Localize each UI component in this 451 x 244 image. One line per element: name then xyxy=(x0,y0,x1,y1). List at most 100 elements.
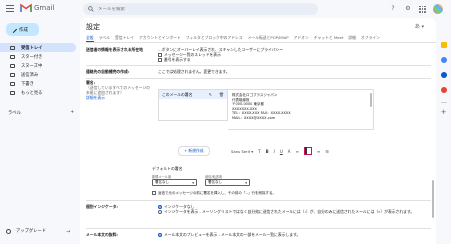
edit-pencil-icon[interactable]: ✎ xyxy=(209,92,212,97)
apps-grid-icon[interactable] xyxy=(419,5,426,13)
divider xyxy=(86,65,431,66)
tab-labels[interactable]: ラベル xyxy=(99,35,110,42)
font-size-icon[interactable]: T xyxy=(258,149,260,154)
search-icon[interactable] xyxy=(88,6,94,12)
show-indicators-radio[interactable] xyxy=(158,210,162,214)
contacts-label: 連絡先の自動補完の作成: xyxy=(86,69,130,74)
sidebar-item-more[interactable]: もっと見る xyxy=(0,88,80,97)
sidebar-item-label: もっと見る xyxy=(21,90,43,96)
divider xyxy=(86,78,431,79)
signature-label-block: 署名: （送信しているすべてのメッセージの末尾に追加されます） 詳細を表示 xyxy=(86,80,150,100)
prev-setting-checkbox-2[interactable] xyxy=(158,58,162,62)
tab-filters[interactable]: フィルタとブロック中のアドレス xyxy=(186,35,243,42)
settings-gear-icon[interactable]: ⚙ xyxy=(404,5,412,13)
insert-image-icon[interactable] xyxy=(303,147,312,155)
reply-signature-select[interactable]: 署名なし ▾ xyxy=(205,179,250,186)
compose-label: 作成 xyxy=(19,27,28,33)
bold-icon[interactable]: B xyxy=(266,149,269,154)
sidebar: 作成 受信トレイ スター付き スヌーズ中 送信済み 下書き もっと見る ラベル … xyxy=(0,18,80,244)
compose-button[interactable]: 作成 xyxy=(6,23,39,36)
divider xyxy=(86,200,431,201)
signature-editor[interactable]: 株式会社ロゴプラスジャパン 代表取締役 〒000-0000 東京都 XXXXXX… xyxy=(228,89,374,155)
star-icon xyxy=(10,54,15,59)
signature-list: このメールの署名 ✎ 🗑 xyxy=(158,89,228,121)
signature-text[interactable]: 株式会社ロゴプラスジャパン 代表取締役 〒000-0000 東京都 XXXXXX… xyxy=(232,93,291,120)
signature-learn-more-link[interactable]: 詳細を表示 xyxy=(86,95,150,100)
dropdown-arrow-icon: ▾ xyxy=(192,180,194,185)
list-icon[interactable]: ☰ xyxy=(325,149,329,154)
sidebar-item-inbox[interactable]: 受信トレイ xyxy=(0,43,76,52)
clock-icon xyxy=(10,63,15,68)
create-new-signature-button[interactable]: + 新規作成 xyxy=(178,146,210,156)
help-icon[interactable]: ? xyxy=(389,5,397,13)
app-name: Gmail xyxy=(34,3,55,12)
tab-inbox[interactable]: 受信トレイ xyxy=(115,35,134,42)
tab-offline[interactable]: オフライン xyxy=(361,35,380,42)
align-icon[interactable]: ≡ xyxy=(317,149,320,154)
sidebar-item-label: 送信済み xyxy=(21,72,39,78)
tab-general[interactable]: 全般 xyxy=(86,35,94,42)
insert-before-checkbox[interactable] xyxy=(152,191,156,195)
avatar[interactable] xyxy=(433,4,443,14)
insert-before-text: 返信で元のメッセージの前に署名を挿入し、その前の「--」行を削除する。 xyxy=(158,191,276,195)
input-tools-icon[interactable]: あ ▾ xyxy=(415,23,424,30)
format-toolbar: Sans Serif ▾ T B I U A ∞ ≡ ☰ xyxy=(231,147,329,155)
upgrade-arrow-icon[interactable]: → xyxy=(66,229,70,235)
contacts-icon[interactable] xyxy=(440,87,447,93)
add-label-icon[interactable]: + xyxy=(70,110,74,116)
tab-accounts[interactable]: アカウントとインポート xyxy=(139,35,181,42)
page-title: 設定 xyxy=(86,23,100,31)
search-input[interactable] xyxy=(98,6,298,12)
sidebar-item-sent[interactable]: 送信済み xyxy=(0,70,80,79)
signature-list-item[interactable]: このメールの署名 ✎ 🗑 xyxy=(159,90,227,99)
tab-chat-meet[interactable]: チャットと Meet xyxy=(314,35,344,42)
inbox-icon xyxy=(10,45,15,50)
signature-name: このメールの署名 xyxy=(162,91,193,97)
signature-sub: （送信しているすべてのメッセージの末尾に追加されます） xyxy=(86,85,150,95)
sidebar-item-drafts[interactable]: 下書き xyxy=(0,79,80,88)
tab-forwarding[interactable]: メール転送とPOP/IMAP xyxy=(248,35,289,42)
add-addon-icon[interactable]: + xyxy=(441,109,447,116)
tasks-icon[interactable] xyxy=(440,72,447,78)
link-icon[interactable]: ∞ xyxy=(296,149,299,154)
default-signature-selects: 新規メール用 署名なし ▾ 返信/転送用 署名なし ▾ xyxy=(152,174,250,186)
right-side-panel: + xyxy=(436,18,451,244)
show-indicators-text: インジケータを表示 - メーリングリストではなく自分宛に送信されたメールには（›… xyxy=(164,209,415,214)
sidebar-item-label: 下書き xyxy=(21,81,34,87)
sidebar-item-label: スヌーズ中 xyxy=(21,63,43,69)
tab-advanced[interactable]: 詳細 xyxy=(348,35,356,42)
underline-icon[interactable]: U xyxy=(280,149,283,154)
divider xyxy=(86,228,431,229)
search-bar[interactable] xyxy=(83,3,318,15)
contacts-text: ここでは処理されません。変更できます。 xyxy=(158,69,230,74)
calendar-icon[interactable] xyxy=(440,42,447,48)
editor-scrollbar[interactable] xyxy=(370,93,372,107)
rail-divider xyxy=(440,102,447,103)
gmail-logo[interactable]: Gmail xyxy=(20,3,54,12)
tab-addons[interactable]: アドオン xyxy=(294,35,309,42)
font-select[interactable]: Sans Serif ▾ xyxy=(231,149,253,154)
text-color-icon[interactable]: A xyxy=(288,149,291,154)
sidebar-item-label: 受信トレイ xyxy=(21,45,43,51)
keep-icon[interactable] xyxy=(440,57,447,63)
pencil-icon xyxy=(9,25,18,34)
upgrade-icon xyxy=(6,228,11,234)
default-signature-title: デフォルトの署名 xyxy=(152,166,183,171)
labels-header: ラベル + xyxy=(8,110,74,116)
settings-tabs: 全般 ラベル 受信トレイ アカウントとインポート フィルタとブロック中のアドレス… xyxy=(86,35,436,43)
upgrade-button[interactable]: アップグレード xyxy=(6,228,46,234)
main-menu-icon[interactable] xyxy=(6,5,14,12)
show-snippets-radio[interactable] xyxy=(158,233,162,237)
new-mail-signature-select[interactable]: 署名なし ▾ xyxy=(152,179,197,186)
sidebar-item-label: スター付き xyxy=(21,54,43,60)
personal-indicators-label: 個別インジケータ: xyxy=(86,204,118,209)
sidebar-nav: 受信トレイ スター付き スヌーズ中 送信済み 下書き もっと見る xyxy=(0,43,80,97)
dropdown-arrow-icon: ▾ xyxy=(245,180,247,185)
page-scrollbar[interactable] xyxy=(432,180,434,218)
delete-trash-icon[interactable]: 🗑 xyxy=(219,92,224,97)
sidebar-item-snoozed[interactable]: スヌーズ中 xyxy=(0,61,80,70)
top-bar: Gmail ? ⚙ xyxy=(0,0,451,18)
snippets-options: メール本文のプレビューを表示 - メール本文の一部をメール一覧に表示します。 xyxy=(158,232,300,237)
italic-icon[interactable]: I xyxy=(274,149,275,154)
sidebar-item-starred[interactable]: スター付き xyxy=(0,52,80,61)
